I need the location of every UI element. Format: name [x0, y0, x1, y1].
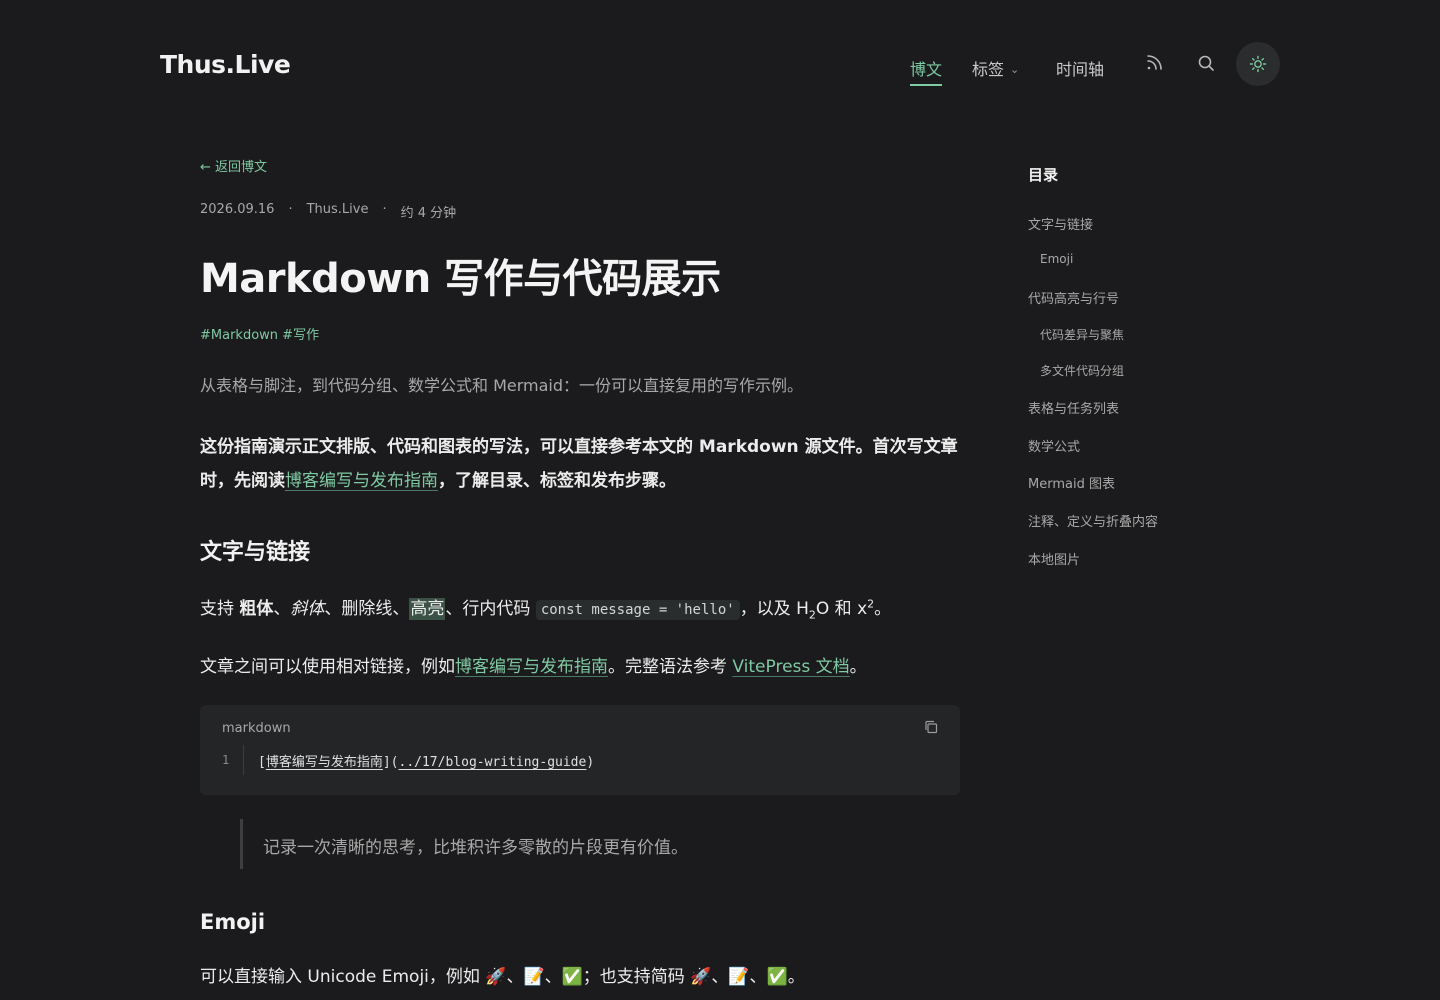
- italic-text: 斜体: [290, 599, 325, 619]
- text: 、: [392, 599, 410, 619]
- sun-icon: [1249, 55, 1267, 73]
- guide-link[interactable]: 博客编写与发布指南: [455, 657, 608, 677]
- line-number-divider: [243, 745, 244, 775]
- code-token: [: [258, 755, 266, 770]
- nav-posts[interactable]: 博文: [910, 56, 942, 80]
- toc-title: 目录: [1028, 166, 1059, 184]
- text: 、行内代码: [445, 599, 536, 619]
- toc-item[interactable]: Mermaid 图表: [1028, 473, 1115, 492]
- section-heading-text-links: 文字与链接: [200, 540, 311, 565]
- search-icon[interactable]: [1195, 52, 1219, 76]
- toc-item[interactable]: 本地图片: [1028, 549, 1080, 568]
- site-logo[interactable]: Thus.Live: [160, 50, 291, 79]
- text: 、: [324, 599, 342, 619]
- formatting-paragraph: 支持 粗体、斜体、删除线、高亮、行内代码 const message = 'he…: [200, 594, 891, 621]
- chevron-down-icon: ⌄: [1010, 63, 1020, 76]
- meta-separator: ·: [382, 202, 387, 217]
- toc-item[interactable]: 表格与任务列表: [1028, 398, 1119, 417]
- subscript: 2: [808, 608, 816, 622]
- toc-item[interactable]: 多文件代码分组: [1040, 362, 1124, 379]
- code-token: ](: [382, 755, 399, 770]
- back-to-posts-link[interactable]: ← 返回博文: [200, 156, 267, 175]
- article-meta: 2026.09.16 · Thus.Live · 约 4 分钟: [200, 202, 456, 221]
- nav-timeline[interactable]: 时间轴: [1056, 56, 1104, 80]
- copy-icon[interactable]: [924, 719, 940, 735]
- article-author: Thus.Live: [306, 202, 369, 217]
- code-language-label: markdown: [222, 721, 291, 736]
- toc-item[interactable]: 代码高亮与行号: [1028, 288, 1119, 307]
- guide-link[interactable]: 博客编写与发布指南: [285, 471, 438, 491]
- nav-tags[interactable]: 标签 ⌄: [972, 56, 1019, 80]
- emoji-paragraph: 可以直接输入 Unicode Emoji，例如 🚀、📝、✅；也支持简码 🚀、📝、…: [200, 967, 805, 987]
- toc-item[interactable]: 数学公式: [1028, 436, 1080, 455]
- bold-text: 粗体: [239, 599, 274, 619]
- inline-code: const message = 'hello': [535, 600, 740, 620]
- theme-toggle-button[interactable]: [1236, 42, 1280, 86]
- article-tags: #Markdown #写作: [200, 324, 319, 343]
- article-read-time: 约 4 分钟: [400, 206, 457, 221]
- toc-item[interactable]: 文字与链接: [1028, 214, 1093, 233]
- strikethrough-text: 删除线: [341, 599, 393, 619]
- tag-link[interactable]: #Markdown: [200, 328, 278, 343]
- text: ，以及 H: [739, 599, 809, 619]
- code-token: ../17/blog-writing-guide: [398, 755, 587, 770]
- rss-icon[interactable]: [1143, 52, 1167, 76]
- text: O 和 x: [815, 599, 868, 619]
- vitepress-docs-link[interactable]: VitePress 文档: [732, 657, 849, 677]
- article-date: 2026.09.16: [200, 202, 275, 217]
- text: 。完整语法参考: [608, 657, 733, 677]
- blockquote: 记录一次清晰的思考，比堆积许多零散的片段更有价值。: [240, 819, 920, 869]
- line-number: 1: [222, 753, 230, 767]
- tag-link[interactable]: #写作: [282, 328, 319, 343]
- section-heading-emoji: Emoji: [200, 910, 266, 934]
- page-title: Markdown 写作与代码展示: [200, 256, 721, 302]
- code-line: [博客编写与发布指南](../17/blog-writing-guide): [258, 751, 594, 770]
- intro-paragraph: 这份指南演示正文排版、代码和图表的写法，可以直接参考本文的 Markdown 源…: [200, 430, 960, 498]
- toc-item[interactable]: Emoji: [1040, 252, 1073, 266]
- toc-item[interactable]: 代码差异与聚焦: [1040, 326, 1124, 343]
- text: 文章之间可以使用相对链接，例如: [200, 657, 455, 677]
- text: 支持: [200, 599, 240, 619]
- text: 。: [849, 657, 867, 677]
- nav-active-indicator: [910, 84, 942, 86]
- code-block: markdown 1 [博客编写与发布指南](../17/blog-writin…: [200, 705, 960, 795]
- intro-text-end: ，了解目录、标签和发布步骤。: [438, 471, 676, 491]
- text: 。: [874, 599, 892, 619]
- toc-item[interactable]: 注释、定义与折叠内容: [1028, 511, 1158, 530]
- code-token: 博客编写与发布指南: [265, 755, 383, 770]
- meta-separator: ·: [288, 202, 293, 217]
- highlighted-text: 高亮: [409, 598, 446, 620]
- nav-tags-label: 标签: [972, 60, 1005, 79]
- links-paragraph: 文章之间可以使用相对链接，例如博客编写与发布指南。完整语法参考 VitePres…: [200, 652, 867, 677]
- code-token: ): [586, 755, 595, 770]
- article-summary: 从表格与脚注，到代码分组、数学公式和 Mermaid：一份可以直接复用的写作示例…: [200, 376, 804, 395]
- text: 、: [273, 599, 291, 619]
- site-header: Thus.Live 博文 标签 ⌄ 时间轴: [0, 0, 1440, 130]
